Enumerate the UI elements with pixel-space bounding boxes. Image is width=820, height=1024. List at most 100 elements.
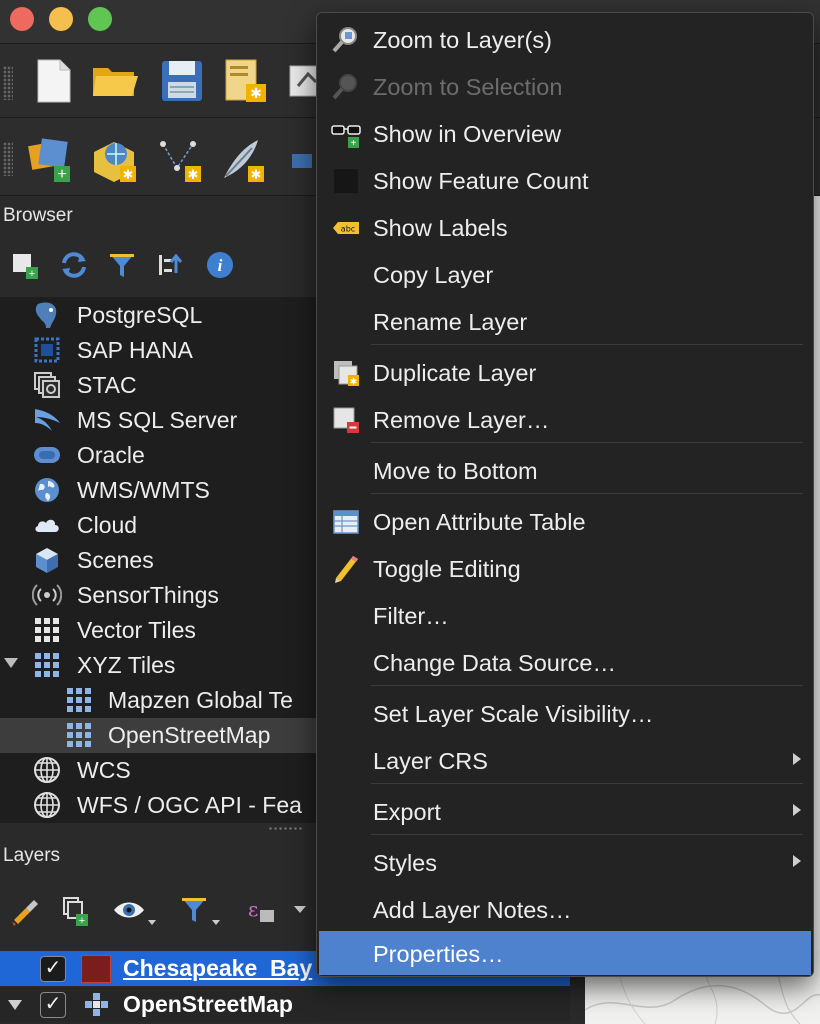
- minimize-window-button[interactable]: [49, 7, 73, 31]
- menu-item-styles[interactable]: Styles: [319, 840, 811, 884]
- menu-item-duplicate-layer[interactable]: ✱ Duplicate Layer: [319, 350, 811, 394]
- svg-text:✱: ✱: [123, 167, 134, 182]
- layer-row-openstreetmap[interactable]: ✓ OpenStreetMap: [0, 987, 570, 1022]
- layer-visibility-checkbox[interactable]: ✓: [40, 992, 66, 1018]
- browser-item-wfs-ogc-api[interactable]: WFS / OGC API - Fea: [0, 788, 320, 823]
- browser-item-ms-sql-server[interactable]: MS SQL Server: [0, 403, 320, 438]
- browser-toolbar: + i: [0, 245, 320, 285]
- globe-icon: [32, 790, 62, 820]
- svg-text:✱: ✱: [350, 377, 358, 387]
- svg-text:✱: ✱: [251, 167, 262, 182]
- map-canvas-edge[interactable]: [814, 196, 820, 950]
- overview-glasses-icon: +: [331, 119, 361, 149]
- submenu-arrow-icon: [793, 855, 801, 867]
- menu-item-show-feature-count[interactable]: Show Feature Count: [319, 158, 811, 202]
- svg-text:+: +: [79, 915, 85, 927]
- browser-panel-title: Browser: [3, 205, 73, 226]
- add-selected-layers-icon[interactable]: +: [10, 249, 42, 281]
- new-spatialite-icon[interactable]: ✱: [218, 134, 268, 184]
- svg-text:abc: abc: [341, 225, 355, 234]
- oracle-icon: [32, 440, 62, 470]
- layer-symbol-swatch[interactable]: [81, 955, 111, 983]
- browser-item-wcs[interactable]: WCS: [0, 753, 320, 788]
- menu-item-set-layer-scale-visibility[interactable]: Set Layer Scale Visibility…: [319, 691, 811, 735]
- expand-arrow-icon[interactable]: [4, 658, 18, 668]
- new-project-icon[interactable]: [30, 56, 80, 106]
- cloud-icon: [32, 510, 62, 540]
- project-templates-icon[interactable]: ✱: [220, 56, 270, 106]
- new-shapefile-icon[interactable]: ✱: [155, 134, 205, 184]
- cube-icon: [32, 545, 62, 575]
- menu-item-remove-layer[interactable]: Remove Layer…: [319, 397, 811, 441]
- layer-name: OpenStreetMap: [123, 991, 293, 1017]
- menu-item-properties[interactable]: Properties…: [319, 931, 811, 975]
- svg-text:+: +: [351, 138, 357, 149]
- menu-item-rename-layer[interactable]: Rename Layer: [319, 299, 811, 343]
- toolbar-grip[interactable]: [3, 142, 13, 176]
- print-layout-icon[interactable]: [286, 56, 316, 106]
- collapse-all-icon[interactable]: [154, 249, 186, 281]
- browser-item-scenes[interactable]: Scenes: [0, 543, 320, 578]
- menu-item-export[interactable]: Export: [319, 789, 811, 833]
- feature-count-icon: [331, 166, 361, 196]
- menu-separator: [371, 344, 803, 345]
- menu-item-change-data-source[interactable]: Change Data Source…: [319, 640, 811, 684]
- browser-item-xyz-tiles[interactable]: XYZ Tiles: [0, 648, 320, 683]
- sensor-signal-icon: [32, 580, 62, 610]
- browser-item-wms-wmts[interactable]: WMS/WMTS: [0, 473, 320, 508]
- filter-by-expression-icon[interactable]: ε: [244, 894, 314, 928]
- toolbar-grip[interactable]: [3, 66, 13, 100]
- zoom-window-button[interactable]: [88, 7, 112, 31]
- menu-item-filter[interactable]: Filter…: [319, 593, 811, 637]
- menu-separator: [371, 685, 803, 686]
- zoom-layer-icon: [331, 25, 361, 55]
- menu-item-toggle-editing[interactable]: Toggle Editing: [319, 546, 811, 590]
- menu-separator: [371, 442, 803, 443]
- filter-browser-icon[interactable]: [106, 249, 138, 281]
- browser-item-sap-hana[interactable]: SAP HANA: [0, 333, 320, 368]
- globe-icon: [32, 755, 62, 785]
- menu-item-add-layer-notes[interactable]: Add Layer Notes…: [319, 887, 811, 931]
- add-group-icon[interactable]: +: [58, 894, 92, 928]
- save-project-icon[interactable]: [157, 56, 207, 106]
- browser-item-openstreetmap[interactable]: OpenStreetMap: [0, 718, 320, 753]
- remove-layer-icon: [331, 405, 361, 435]
- browser-item-cloud[interactable]: Cloud: [0, 508, 320, 543]
- expand-arrow-icon[interactable]: [8, 1000, 22, 1010]
- grid-tiles-icon: [64, 720, 94, 750]
- style-manager-brush-icon[interactable]: [8, 894, 42, 928]
- layer-visibility-checkbox[interactable]: ✓: [40, 956, 66, 982]
- browser-item-oracle[interactable]: Oracle: [0, 438, 320, 473]
- close-window-button[interactable]: [10, 7, 34, 31]
- new-geopackage-icon[interactable]: ✱: [90, 134, 140, 184]
- browser-item-sensorthings[interactable]: SensorThings: [0, 578, 320, 613]
- menu-item-copy-layer[interactable]: Copy Layer: [319, 252, 811, 296]
- properties-info-icon[interactable]: i: [204, 249, 236, 281]
- layer-context-menu: Zoom to Layer(s) Zoom to Selection + Sho…: [316, 12, 814, 977]
- menu-item-show-in-overview[interactable]: + Show in Overview: [319, 111, 811, 155]
- menu-item-move-to-bottom[interactable]: Move to Bottom: [319, 448, 811, 492]
- grid-tiles-icon: [64, 685, 94, 715]
- manage-map-themes-eye-icon[interactable]: [112, 894, 158, 928]
- open-project-icon[interactable]: [90, 56, 140, 106]
- sap-hana-icon: [32, 335, 62, 365]
- menu-item-zoom-to-layers[interactable]: Zoom to Layer(s): [319, 17, 811, 61]
- panel-splitter-handle[interactable]: [268, 826, 302, 832]
- data-source-manager-icon[interactable]: +: [26, 134, 76, 184]
- refresh-icon[interactable]: [58, 249, 90, 281]
- browser-item-postgresql[interactable]: PostgreSQL: [0, 298, 320, 333]
- new-virtual-layer-icon[interactable]: [288, 134, 316, 184]
- menu-item-show-labels[interactable]: abc Show Labels: [319, 205, 811, 249]
- attribute-table-icon: [331, 507, 361, 537]
- stac-icon: [32, 370, 62, 400]
- browser-item-vector-tiles[interactable]: Vector Tiles: [0, 613, 320, 648]
- menu-item-open-attribute-table[interactable]: Open Attribute Table: [319, 499, 811, 543]
- layer-name: Chesapeake_Bay: [123, 955, 313, 981]
- filter-legend-icon[interactable]: [178, 894, 224, 928]
- submenu-arrow-icon: [793, 753, 801, 765]
- grid-tiles-icon: [32, 650, 62, 680]
- duplicate-layer-icon: ✱: [331, 358, 361, 388]
- menu-item-layer-crs[interactable]: Layer CRS: [319, 738, 811, 782]
- browser-item-stac[interactable]: STAC: [0, 368, 320, 403]
- browser-item-mapzen-global-terrain[interactable]: Mapzen Global Te: [0, 683, 320, 718]
